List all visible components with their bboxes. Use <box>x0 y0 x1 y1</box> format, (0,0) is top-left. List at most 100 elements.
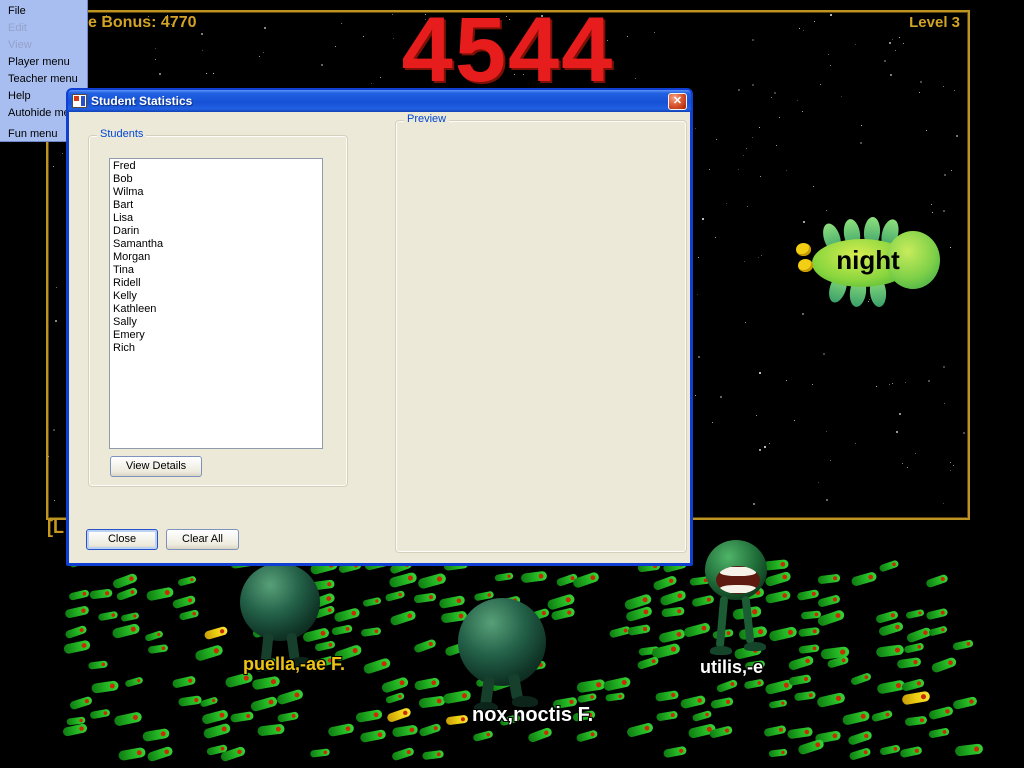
corner-label: [L <box>47 517 64 538</box>
swarm-bug <box>847 730 873 746</box>
swarm-bug <box>89 589 112 600</box>
student-list-item[interactable]: Emery <box>113 329 322 342</box>
vocab-word: night <box>808 245 928 276</box>
swarm-bug <box>816 692 846 708</box>
swarm-bug <box>250 696 278 713</box>
star <box>759 372 761 374</box>
star <box>953 465 954 466</box>
swarm-bug <box>680 695 706 710</box>
swarm-bug <box>144 630 163 642</box>
star <box>876 386 877 387</box>
swarm-bug <box>901 678 925 692</box>
view-details-button[interactable]: View Details <box>110 456 202 477</box>
menu-item-view: View <box>0 37 87 54</box>
star <box>830 460 831 461</box>
star <box>892 383 893 384</box>
student-list-item[interactable]: Kelly <box>113 290 322 303</box>
swarm-bug <box>418 695 445 708</box>
star <box>802 111 803 112</box>
star <box>759 449 761 451</box>
swarm-bug <box>655 690 679 702</box>
menu-item-teacher-menu[interactable]: Teacher menu <box>0 71 87 88</box>
student-list-item[interactable]: Rich <box>113 342 322 355</box>
star <box>944 174 946 176</box>
swarm-bug <box>91 680 119 694</box>
swarm-bug <box>494 572 513 582</box>
menu-item-player-menu[interactable]: Player menu <box>0 54 87 71</box>
dialog-title-bar[interactable]: Student Statistics ✕ <box>68 90 691 112</box>
creature-utilis[interactable] <box>700 540 775 660</box>
star <box>712 422 713 423</box>
swarm-bug <box>116 587 138 601</box>
swarm-bug <box>389 610 417 627</box>
student-list-item[interactable]: Wilma <box>113 186 322 199</box>
student-list-item[interactable]: Ridell <box>113 277 322 290</box>
star <box>896 431 898 433</box>
star <box>760 176 761 177</box>
swarm-bug <box>692 710 713 722</box>
student-list-item[interactable]: Samantha <box>113 238 322 251</box>
star <box>62 153 63 154</box>
swarm-bug <box>763 725 786 738</box>
star <box>745 322 746 323</box>
student-list-item[interactable]: Bob <box>113 173 322 186</box>
swarm-bug <box>572 571 600 589</box>
student-list-item[interactable]: Darin <box>113 225 322 238</box>
star <box>802 313 804 315</box>
student-list-item[interactable]: Sally <box>113 316 322 329</box>
swarm-bug <box>88 660 108 669</box>
student-list-item[interactable]: Morgan <box>113 251 322 264</box>
vocab-creature-night[interactable]: night <box>790 215 940 310</box>
menu-item-file[interactable]: File <box>0 3 87 20</box>
star <box>889 384 890 385</box>
swarm-bug <box>637 656 660 670</box>
creature-nox[interactable] <box>452 598 562 713</box>
student-listbox[interactable]: FredBobWilmaBartLisaDarinSamanthaMorganT… <box>109 158 323 449</box>
swarm-bug <box>904 642 925 653</box>
swarm-bug <box>413 592 436 603</box>
students-group-label: Students <box>97 128 146 140</box>
swarm-bug <box>769 699 788 709</box>
swarm-bug <box>422 750 444 760</box>
star <box>743 155 744 156</box>
clear-all-button[interactable]: Clear All <box>166 529 239 550</box>
student-list-item[interactable]: Fred <box>113 160 322 173</box>
close-icon[interactable]: ✕ <box>668 93 687 110</box>
star <box>794 420 795 421</box>
star <box>950 462 951 463</box>
swarm-bug <box>787 727 813 740</box>
swarm-bug <box>850 672 872 686</box>
star <box>812 384 813 385</box>
swarm-bug <box>417 572 447 589</box>
star <box>926 130 927 131</box>
student-list-item[interactable]: Tina <box>113 264 322 277</box>
swarm-bug <box>952 696 978 710</box>
swarm-bug <box>68 589 89 601</box>
student-list-item[interactable]: Bart <box>113 199 322 212</box>
swarm-bug <box>177 575 197 586</box>
student-list-item[interactable]: Lisa <box>113 212 322 225</box>
star <box>786 380 787 381</box>
creature-puella[interactable] <box>238 563 328 663</box>
star <box>818 482 819 483</box>
swarm-bug <box>744 679 765 690</box>
swarm-bug <box>577 693 597 703</box>
close-button[interactable]: Close <box>86 529 158 550</box>
star <box>943 366 945 368</box>
star <box>56 287 57 288</box>
swarm-bug <box>626 722 654 738</box>
student-list-item[interactable]: Kathleen <box>113 303 322 316</box>
swarm-bug <box>118 747 146 761</box>
swarm-bug <box>90 709 111 720</box>
star <box>759 127 760 128</box>
swarm-bug <box>359 729 386 743</box>
swarm-bug <box>179 609 200 621</box>
star <box>855 443 856 444</box>
swarm-bug <box>521 571 548 584</box>
star <box>53 429 55 431</box>
swarm-bug <box>798 644 819 654</box>
star <box>826 499 828 501</box>
swarm-bug <box>392 724 419 737</box>
swarm-bug <box>797 738 825 755</box>
star <box>813 186 814 187</box>
